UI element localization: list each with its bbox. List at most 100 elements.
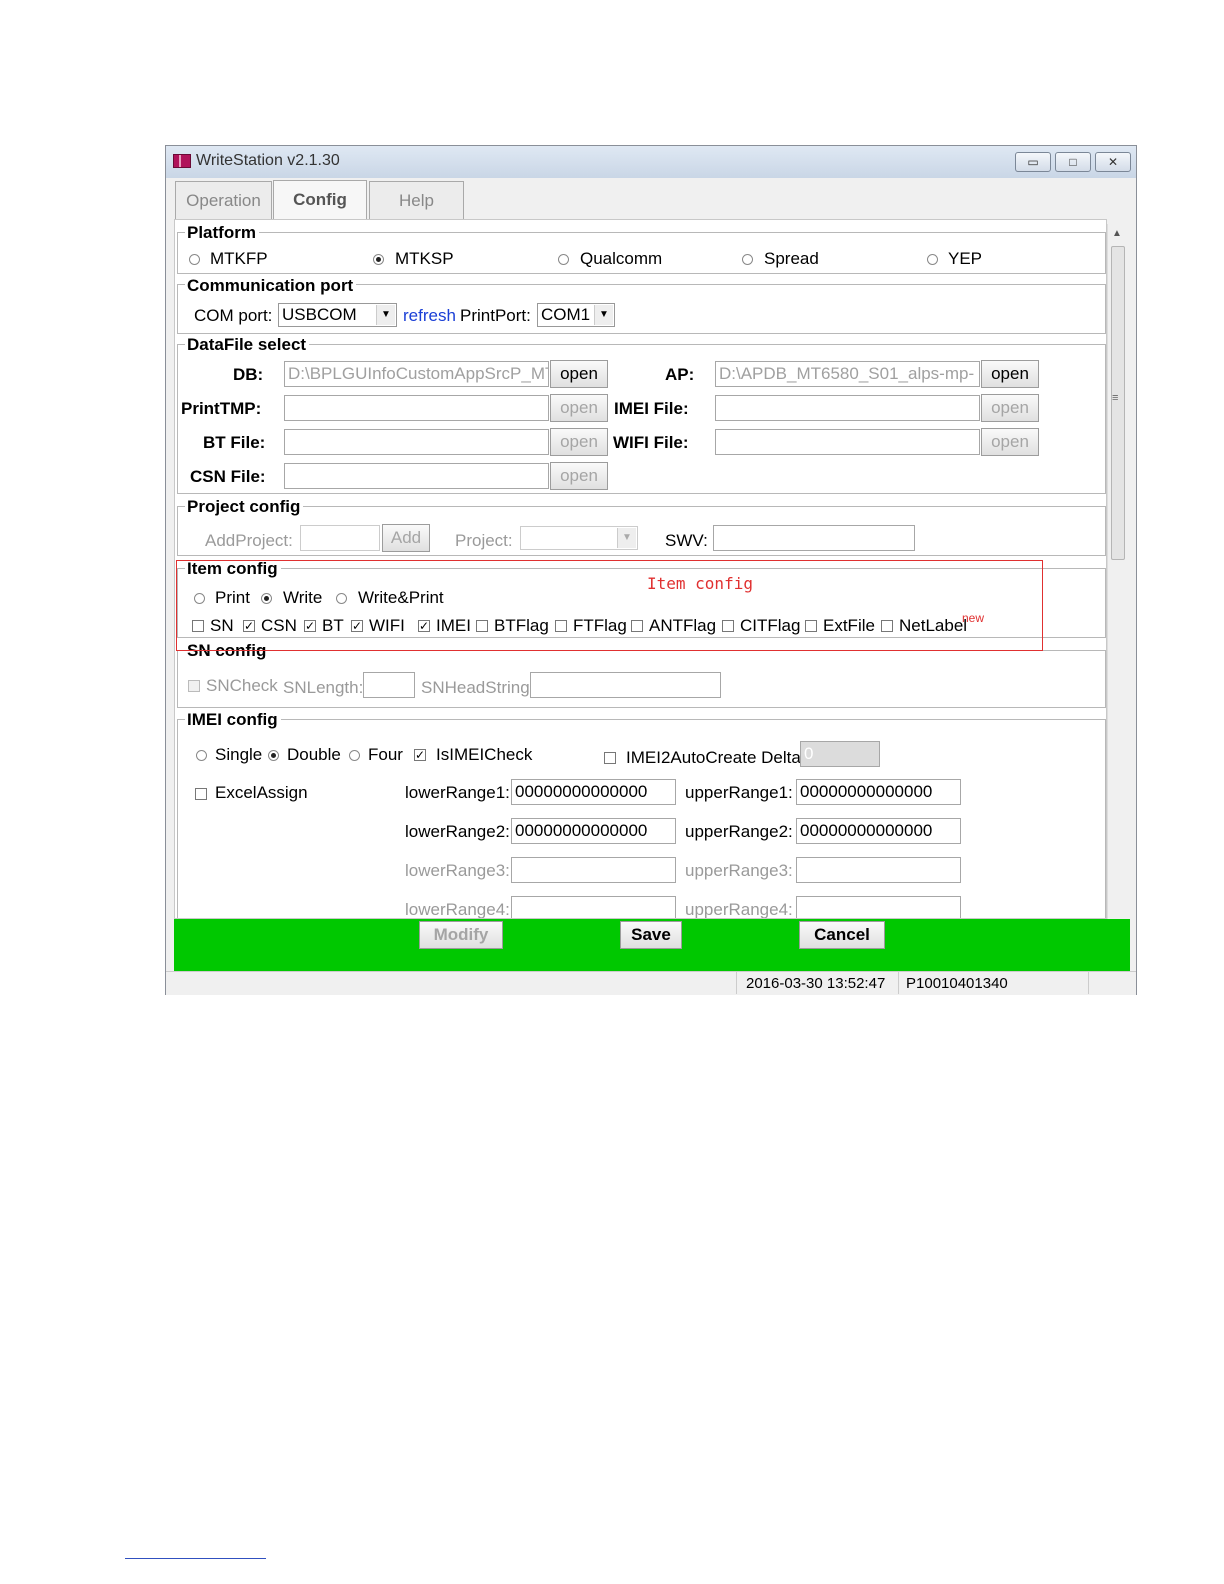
upper-range3-input[interactable] (796, 857, 961, 883)
imei-config-label: IMEI config (185, 710, 281, 730)
radio-double[interactable] (268, 750, 279, 761)
printtmp-label: PrintTMP: (181, 399, 262, 418)
csn-file-label: CSN File: (190, 467, 266, 486)
minimize-icon[interactable]: ▭ (1015, 152, 1051, 172)
radio-four[interactable] (349, 750, 360, 761)
label-mtkfp: MTKFP (210, 249, 268, 268)
title-bar: WriteStation v2.1.30 ▭ □ ✕ (166, 146, 1136, 178)
close-icon[interactable]: ✕ (1095, 152, 1131, 172)
radio-spread[interactable] (742, 254, 753, 265)
lower-range3-label: lowerRange3: (405, 861, 510, 880)
print-port-select[interactable]: COM1 ▼ (537, 303, 615, 327)
ap-open-button[interactable]: open (981, 360, 1039, 388)
save-button[interactable]: Save (620, 921, 682, 949)
item-config-highlight (176, 560, 1043, 651)
label-single: Single (215, 745, 263, 764)
window-title: WriteStation v2.1.30 (196, 152, 340, 169)
radio-yep[interactable] (927, 254, 938, 265)
footnote-rule (125, 1558, 266, 1559)
printtmp-input[interactable] (284, 395, 549, 421)
radio-single[interactable] (196, 750, 207, 761)
isimeicheck-checkbox[interactable]: ✓ (414, 749, 426, 761)
status-divider (1088, 972, 1089, 994)
status-divider (898, 972, 899, 994)
upper-range1-label: upperRange1: (685, 783, 793, 802)
imei-file-label: IMEI File: (614, 399, 689, 418)
app-window: WriteStation v2.1.30 ▭ □ ✕ Operation Con… (165, 145, 1137, 995)
excelassign-checkbox[interactable] (195, 788, 207, 800)
upper-range4-input[interactable] (796, 896, 961, 918)
project-label: Project: (455, 531, 513, 550)
snlength-label: SNLength: (283, 678, 364, 697)
chevron-down-icon: ▼ (617, 528, 636, 548)
csn-file-open-button[interactable]: open (550, 462, 608, 490)
lower-range2-label: lowerRange2: (405, 822, 510, 841)
upper-range2-input[interactable]: 00000000000000 (796, 818, 961, 844)
db-open-button[interactable]: open (550, 360, 608, 388)
tab-config[interactable]: Config (273, 180, 367, 220)
add-project-button[interactable]: Add (382, 524, 430, 552)
lower-range4-input[interactable] (511, 896, 676, 918)
swv-label: SWV: (665, 531, 708, 550)
wifi-file-label: WIFI File: (613, 433, 689, 452)
bt-file-label: BT File: (203, 433, 266, 452)
radio-mtksp[interactable] (373, 254, 384, 265)
project-config-label: Project config (185, 497, 304, 517)
app-icon (173, 154, 191, 168)
delta-input[interactable]: 0 (800, 741, 880, 767)
upper-range2-label: upperRange2: (685, 822, 793, 841)
autocreate-checkbox[interactable] (604, 752, 616, 764)
tab-help[interactable]: Help (369, 181, 464, 219)
radio-qualcomm[interactable] (558, 254, 569, 265)
bt-file-open-button[interactable]: open (550, 428, 608, 456)
scroll-up-icon[interactable]: ▲ (1112, 228, 1122, 239)
status-id: P10010401340 (906, 975, 1008, 992)
refresh-link[interactable]: refresh (403, 306, 456, 326)
add-project-input[interactable] (300, 525, 380, 551)
csn-file-input[interactable] (284, 463, 549, 489)
status-divider (736, 972, 737, 994)
upper-range1-input[interactable]: 00000000000000 (796, 779, 961, 805)
lower-range1-label: lowerRange1: (405, 783, 510, 802)
label-double: Double (287, 745, 341, 764)
ap-label: AP: (665, 365, 695, 384)
datafile-label: DataFile select (185, 335, 310, 355)
label-spread: Spread (764, 249, 819, 268)
tab-operation[interactable]: Operation (175, 181, 272, 219)
sncheck-checkbox[interactable] (188, 680, 200, 692)
upper-range3-label: upperRange3: (685, 861, 793, 880)
bt-file-input[interactable] (284, 429, 549, 455)
swv-input[interactable] (713, 525, 915, 551)
maximize-icon[interactable]: □ (1055, 152, 1091, 172)
lower-range4-label: lowerRange4: (405, 900, 510, 919)
label-qualcomm: Qualcomm (580, 249, 663, 268)
modify-button[interactable]: Modify (419, 921, 503, 949)
wifi-file-open-button[interactable]: open (981, 428, 1039, 456)
snheadstring-label: SNHeadString: (421, 678, 535, 697)
label-yep: YEP (948, 249, 983, 268)
isimeicheck-label: IsIMEICheck (436, 745, 533, 764)
cancel-button[interactable]: Cancel (799, 921, 885, 949)
excelassign-label: ExcelAssign (215, 783, 308, 802)
grip-icon: ≡ (1112, 392, 1119, 404)
com-port-select[interactable]: USBCOM ▼ (278, 303, 397, 327)
status-bar: 2016-03-30 13:52:47 P10010401340 (166, 971, 1136, 995)
db-path-input[interactable]: D:\BPLGUInfoCustomAppSrcP_MT (284, 361, 549, 387)
lower-range1-input[interactable]: 00000000000000 (511, 779, 676, 805)
lower-range2-input[interactable]: 00000000000000 (511, 818, 676, 844)
printtmp-open-button[interactable]: open (550, 394, 608, 422)
wifi-file-input[interactable] (715, 429, 980, 455)
label-mtksp: MTKSP (395, 249, 454, 268)
lower-range3-input[interactable] (511, 857, 676, 883)
vertical-scrollbar[interactable]: ▲ ≡ (1107, 224, 1127, 919)
comm-port-label: Communication port (185, 276, 357, 296)
imei-file-input[interactable] (715, 395, 980, 421)
radio-mtkfp[interactable] (189, 254, 200, 265)
com-port-label: COM port: (194, 306, 273, 325)
project-select[interactable]: ▼ (520, 526, 638, 550)
imei-file-open-button[interactable]: open (981, 394, 1039, 422)
ap-path-input[interactable]: D:\APDB_MT6580_S01_alps-mp- (715, 361, 980, 387)
sncheck-label: SNCheck (206, 676, 278, 695)
snlength-input[interactable] (363, 672, 415, 698)
snheadstring-input[interactable] (530, 672, 721, 698)
